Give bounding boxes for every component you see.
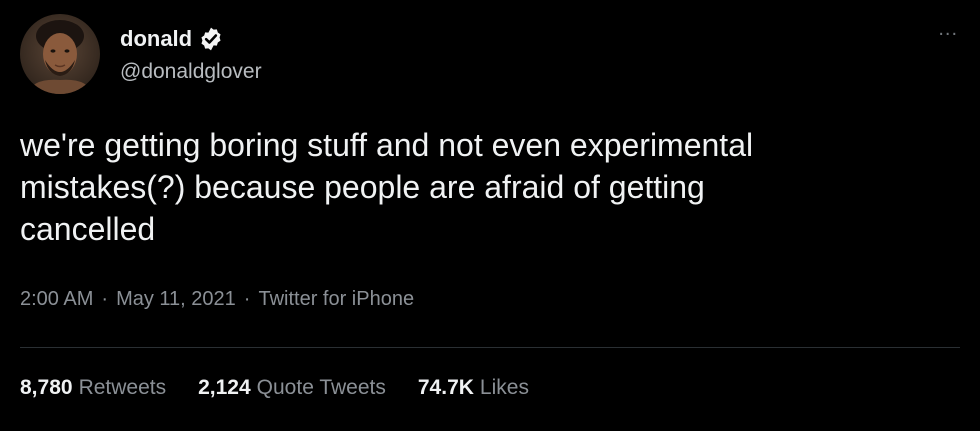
tweet-stats: 8,780 Retweets 2,124 Quote Tweets 74.7K Lik… [20,376,561,400]
author-names: donald @donaldglover [120,24,262,84]
retweets-label: Retweets [78,376,167,399]
tweet-text: we're getting boring stuff and not even … [20,127,754,247]
likes-stat[interactable]: 74.7K Likes [418,376,529,400]
tweet-header: donald @donaldglover [20,13,262,95]
tweet-time[interactable]: 2:00 AM [20,288,93,311]
handle[interactable]: @donaldglover [120,60,262,84]
retweets-stat[interactable]: 8,780 Retweets [20,376,166,400]
meta-separator: · [243,288,251,310]
display-name[interactable]: donald [120,26,192,52]
name-row: donald [120,24,262,54]
retweets-count: 8,780 [20,376,73,399]
more-options-icon[interactable]: ... [938,18,958,41]
meta-separator: · [101,288,109,310]
avatar[interactable] [20,14,100,94]
profile-photo-icon [20,14,100,94]
tweet-card: donald @donaldglover ... we're getting b… [0,0,980,431]
tweet-meta: 2:00 AM · May 11, 2021 · Twitter for iPh… [20,288,414,311]
divider [20,347,960,348]
verified-badge-icon [198,26,224,52]
likes-count: 74.7K [417,376,474,399]
tweet-source[interactable]: Twitter for iPhone [258,288,414,311]
quote-tweets-stat[interactable]: 2,124 Quote Tweets [198,376,386,400]
likes-label: Likes [479,376,529,399]
quote-tweets-count: 2,124 [198,376,251,399]
quote-tweets-label: Quote Tweets [256,376,386,399]
tweet-date[interactable]: May 11, 2021 [116,288,236,311]
